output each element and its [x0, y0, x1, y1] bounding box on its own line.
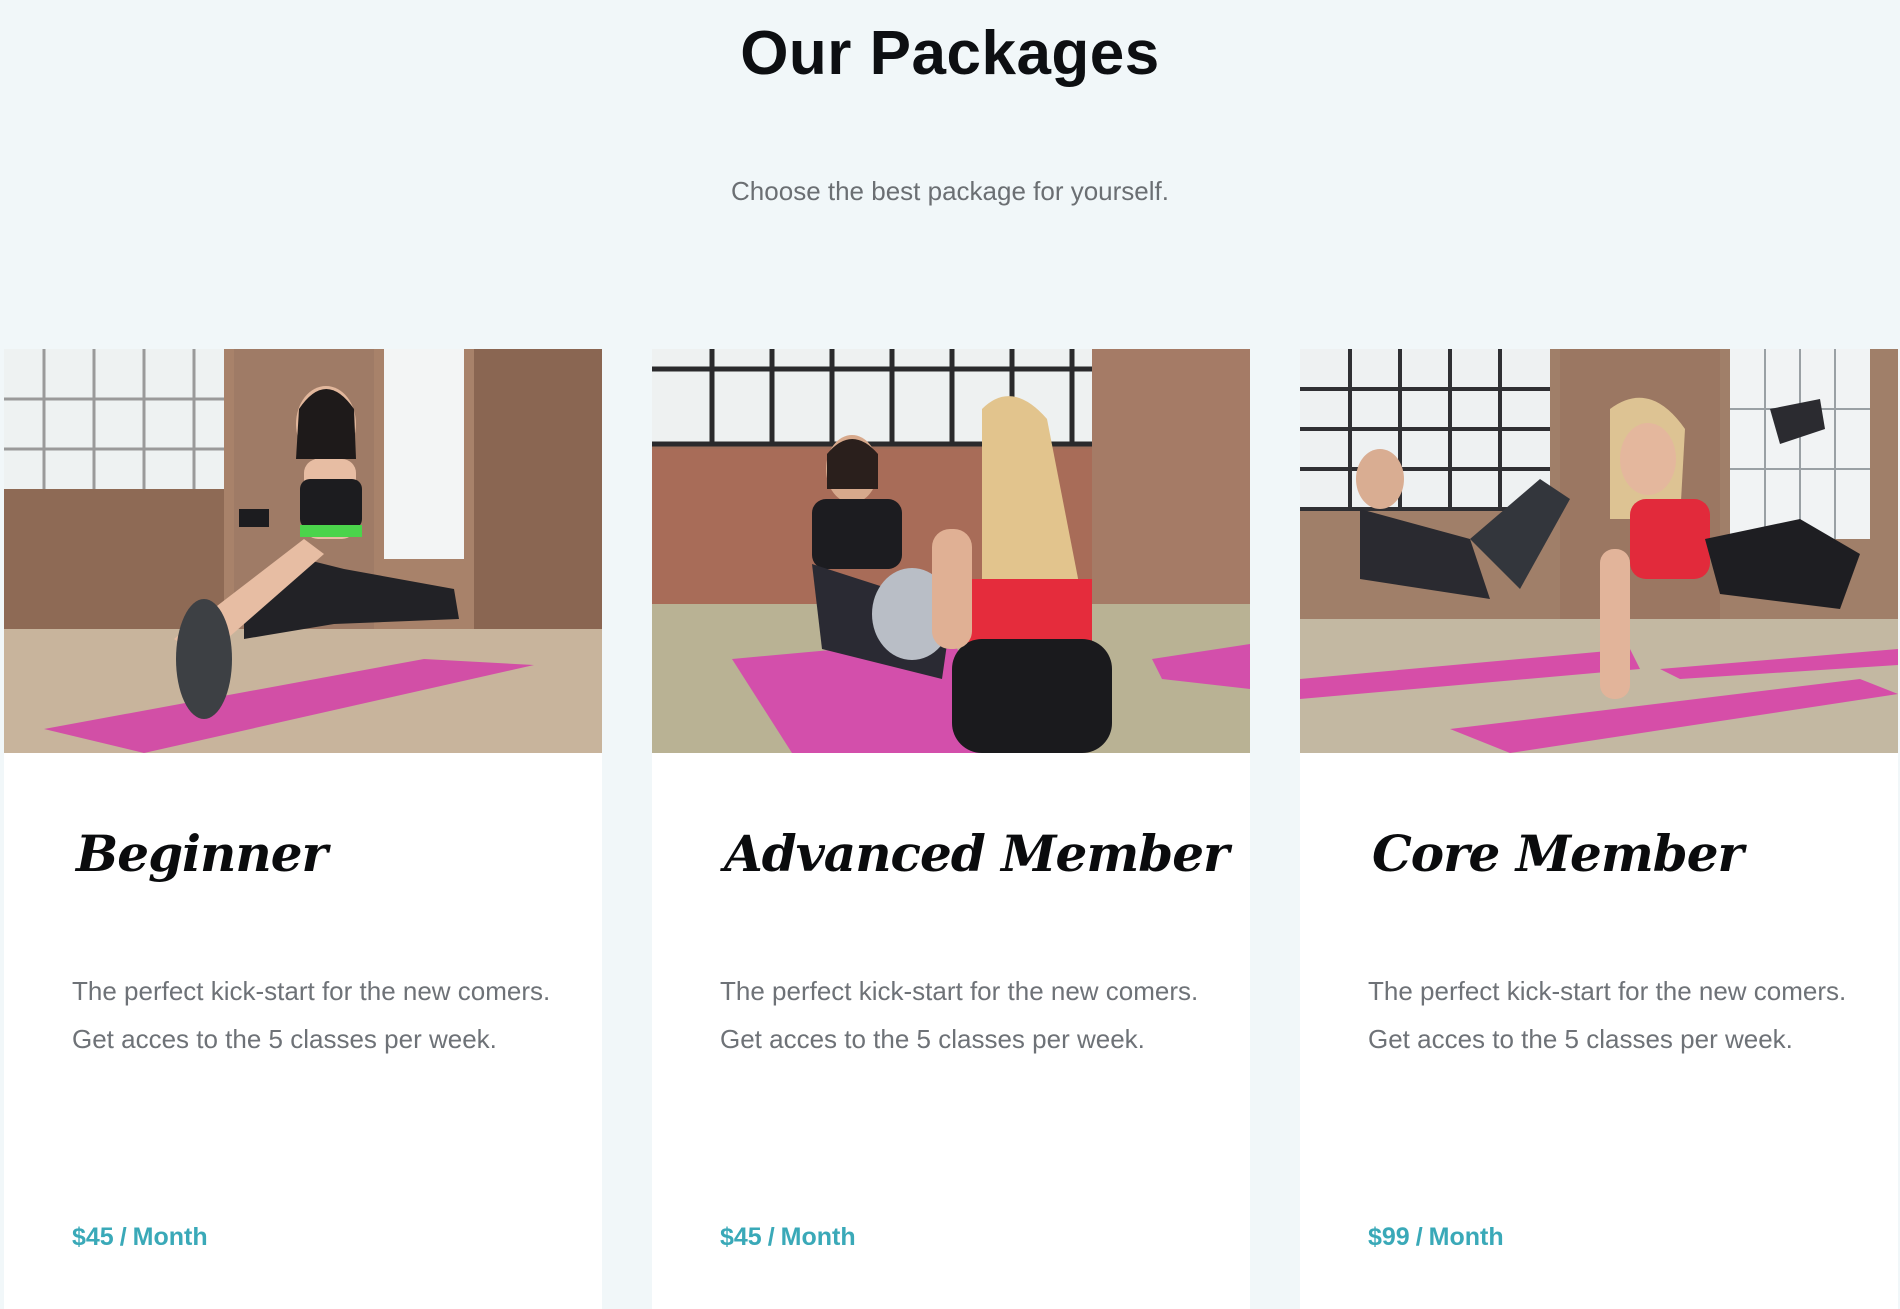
- price-amount: $45: [72, 1223, 114, 1251]
- package-name: Advanced Member: [724, 824, 1229, 883]
- package-card-core[interactable]: Core Member The perfect kick-start for t…: [1300, 349, 1898, 1309]
- package-photo: [1300, 349, 1898, 753]
- section-subtitle: Choose the best package for yourself.: [731, 176, 1169, 206]
- package-description: The perfect kick-start for the new comer…: [72, 976, 551, 1054]
- package-card-beginner[interactable]: Beginner The perfect kick-start for the …: [4, 349, 602, 1309]
- price-period: Month: [132, 1223, 208, 1251]
- package-price: $45/Month: [72, 1219, 208, 1255]
- package-photo: [4, 349, 602, 753]
- package-price: $45/Month: [720, 1219, 856, 1255]
- price-period: Month: [1428, 1223, 1504, 1251]
- package-card-advanced[interactable]: Advanced Member The perfect kick-start f…: [652, 349, 1250, 1309]
- package-name: Beginner: [76, 824, 328, 883]
- package-description: The perfect kick-start for the new comer…: [720, 976, 1199, 1054]
- package-price: $99/Month: [1368, 1219, 1504, 1255]
- price-separator: /: [767, 1223, 775, 1251]
- price-separator: /: [1415, 1223, 1423, 1251]
- package-photo: [652, 349, 1250, 753]
- price-amount: $99: [1368, 1223, 1410, 1251]
- price-period: Month: [780, 1223, 856, 1251]
- price-separator: /: [119, 1223, 127, 1251]
- price-amount: $45: [720, 1223, 762, 1251]
- section-title: Our Packages: [740, 19, 1160, 88]
- package-name: Core Member: [1372, 824, 1744, 883]
- package-description: The perfect kick-start for the new comer…: [1368, 976, 1847, 1054]
